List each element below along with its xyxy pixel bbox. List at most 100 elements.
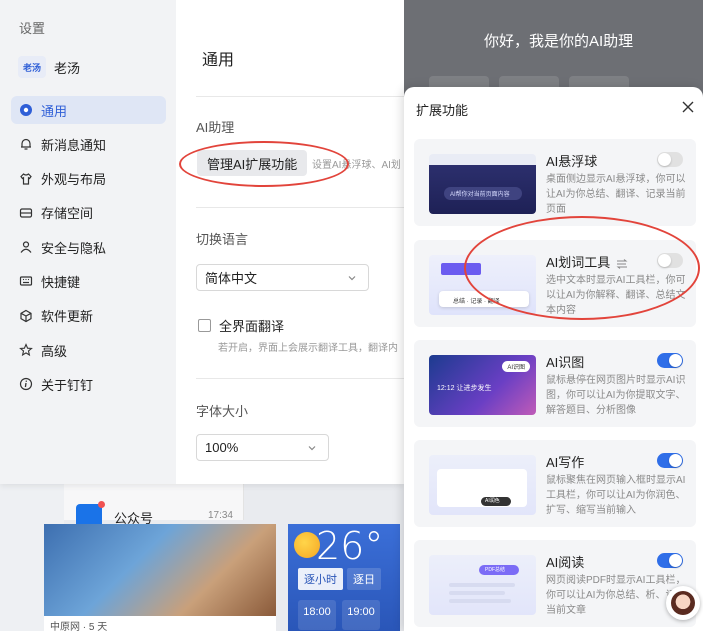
feature-thumbnail: AI润色 xyxy=(429,455,536,515)
feature-description: 选中文本时显示AI工具栏，你可以让AI为你解释、翻译、总结文本内容 xyxy=(546,275,686,316)
image-recognition-toggle[interactable] xyxy=(657,353,683,368)
sidebar-item-security[interactable]: 安全与隐私 xyxy=(11,233,166,261)
feature-name: AI悬浮球 xyxy=(546,154,598,169)
feature-card-reading: PDF总结 AI阅读 网页阅读PDF时显示AI工具栏，你可以让AI为你总结、析、… xyxy=(414,540,696,627)
weather-tab-hourly[interactable]: 逐小时 xyxy=(298,568,343,590)
feature-name: AI识图 xyxy=(546,355,585,370)
sort-icon[interactable] xyxy=(616,258,628,269)
sidebar-item-general[interactable]: 通用 xyxy=(11,96,166,124)
feature-name: AI阅读 xyxy=(546,555,585,570)
shirt-icon xyxy=(19,172,33,186)
thumbnail-toolbar: 总结 · 记录 · 翻译 xyxy=(439,291,529,307)
user-shield-icon xyxy=(19,240,33,254)
close-icon[interactable] xyxy=(682,101,694,113)
info-icon xyxy=(19,377,33,391)
language-select[interactable]: 简体中文 xyxy=(196,264,369,291)
feature-name: AI划词工具 xyxy=(546,252,628,271)
window-title: 设置 xyxy=(19,21,46,36)
font-size-select[interactable]: 100% xyxy=(196,434,329,461)
thumbnail-line xyxy=(449,583,515,587)
settings-window: 设置 老汤 老汤 通用 新消息通知 外观与布局 存储空间 安全与隐私 快捷键 软… xyxy=(0,0,404,484)
thumbnail-text: AI帮你对当前页面内容 xyxy=(444,187,522,200)
page-title: 通用 xyxy=(202,52,235,69)
feature-name: AI写作 xyxy=(546,455,585,470)
manage-ai-extensions-button[interactable]: 管理AI扩展功能 xyxy=(197,150,308,176)
word-selection-toggle[interactable] xyxy=(657,253,683,268)
sidebar-item-storage[interactable]: 存储空间 xyxy=(11,199,166,227)
sidebar-item-label: 软件更新 xyxy=(41,309,94,325)
bot-face-icon xyxy=(671,591,695,615)
thumbnail-text: AI润色 xyxy=(485,498,500,504)
sidebar-item-notifications[interactable]: 新消息通知 xyxy=(11,130,166,158)
settings-sidebar: 设置 老汤 老汤 通用 新消息通知 外观与布局 存储空间 安全与隐私 快捷键 软… xyxy=(0,0,176,484)
thumbnail-pill: PDF总结 xyxy=(479,565,519,575)
chat-list-item[interactable]: 公众号 17:34 xyxy=(64,484,244,530)
news-image xyxy=(44,524,276,616)
divider xyxy=(196,207,404,208)
weather-time: 18:00 xyxy=(298,600,336,630)
feature-thumbnail: PDF总结 xyxy=(429,555,536,615)
feature-description: 网页阅读PDF时显示AI工具栏，你可以让AI为你总结、析、记录当前文章 xyxy=(546,575,686,616)
star-icon xyxy=(19,343,33,357)
weather-card[interactable]: 26° 逐小时 逐日 18:00 19:00 xyxy=(288,524,400,631)
writing-toggle[interactable] xyxy=(657,453,683,468)
panel-title: 扩展功能 xyxy=(416,103,469,118)
feature-thumbnail: 总结 · 记录 · 翻译 xyxy=(429,255,536,315)
user-name: 老汤 xyxy=(54,60,81,76)
feature-description: 桌面侧边显示AI悬浮球，你可以让AI为你总结、翻译、记录当前页面 xyxy=(546,174,686,215)
update-icon xyxy=(19,309,33,323)
settings-content: 通用 AI助理 管理AI扩展功能 设置AI悬浮球、AI划 切换语言 简体中文 全… xyxy=(176,0,404,484)
font-size-select-value: 100% xyxy=(205,440,239,455)
news-source: 中原网 · 5 天 xyxy=(50,622,108,631)
fullscreen-translate-checkbox[interactable] xyxy=(198,319,211,332)
thumbnail-text: 总结 · 记录 · 翻译 xyxy=(453,299,500,305)
weather-tab-daily[interactable]: 逐日 xyxy=(347,568,381,590)
thumbnail-pill: AI润色 xyxy=(481,497,511,506)
floating-ball-toggle[interactable] xyxy=(657,152,683,167)
user-profile[interactable]: 老汤 老汤 xyxy=(18,56,80,78)
news-card[interactable]: 中原网 · 5 天 xyxy=(44,524,276,631)
sidebar-item-about[interactable]: 关于钉钉 xyxy=(11,370,166,398)
feature-card-writing: AI润色 AI写作 鼠标聚焦在网页输入框时显示AI工具栏，你可以让AI为你润色、… xyxy=(414,440,696,527)
weather-temperature: 26° xyxy=(316,524,384,568)
thumbnail-badge: AI识图 xyxy=(502,361,530,372)
extension-panel: 扩展功能 AI帮你对当前页面内容 AI悬浮球 桌面侧边显示AI悬浮球，你可以让A… xyxy=(404,87,703,631)
chevron-down-icon xyxy=(348,276,356,281)
sidebar-item-label: 新消息通知 xyxy=(41,137,107,153)
sidebar-item-label: 通用 xyxy=(41,103,68,119)
thumbnail-line xyxy=(449,591,505,595)
bell-icon xyxy=(19,137,33,151)
feature-name-text: AI划词工具 xyxy=(546,255,611,270)
divider xyxy=(196,96,404,97)
reading-toggle[interactable] xyxy=(657,553,683,568)
divider xyxy=(196,378,404,379)
general-icon xyxy=(19,103,33,117)
feature-card-image-recognition: AI识图 12:12 让进步发生 AI识图 鼠标悬停在网页图片时显示AI识图，你… xyxy=(414,340,696,427)
ai-bot-avatar[interactable] xyxy=(666,586,700,620)
sidebar-item-label: 安全与隐私 xyxy=(41,240,107,256)
sidebar-item-appearance[interactable]: 外观与布局 xyxy=(11,165,166,193)
ai-section-description: 设置AI悬浮球、AI划 xyxy=(312,160,401,171)
ai-section-label: AI助理 xyxy=(196,120,235,135)
settings-nav: 通用 新消息通知 外观与布局 存储空间 安全与隐私 快捷键 软件更新 高级 关于… xyxy=(11,96,166,405)
chevron-down-icon xyxy=(308,446,316,451)
thumbnail-text: PDF总结 xyxy=(485,567,506,573)
feature-thumbnail: AI识图 12:12 让进步发生 xyxy=(429,355,536,415)
thumbnail-tag xyxy=(441,263,481,275)
sidebar-item-label: 快捷键 xyxy=(41,274,81,290)
feature-description: 鼠标悬停在网页图片时显示AI识图，你可以让AI为你提取文字、解答题目、分析图像 xyxy=(546,375,686,416)
chat-list-item-time: 17:34 xyxy=(207,510,233,521)
thumbnail-line xyxy=(449,599,511,603)
sidebar-item-label: 关于钉钉 xyxy=(41,377,94,393)
storage-icon xyxy=(19,206,33,220)
sidebar-item-label: 高级 xyxy=(41,343,68,359)
sidebar-item-update[interactable]: 软件更新 xyxy=(11,302,166,330)
font-size-section-label: 字体大小 xyxy=(196,404,249,419)
language-select-value: 简体中文 xyxy=(205,271,258,286)
feature-thumbnail: AI帮你对当前页面内容 xyxy=(429,154,536,214)
sidebar-item-advanced[interactable]: 高级 xyxy=(11,336,166,364)
sidebar-item-label: 存储空间 xyxy=(41,206,94,222)
thumbnail-text: 12:12 让进步发生 xyxy=(437,385,492,392)
sidebar-item-label: 外观与布局 xyxy=(41,172,107,188)
sidebar-item-shortcuts[interactable]: 快捷键 xyxy=(11,267,166,295)
